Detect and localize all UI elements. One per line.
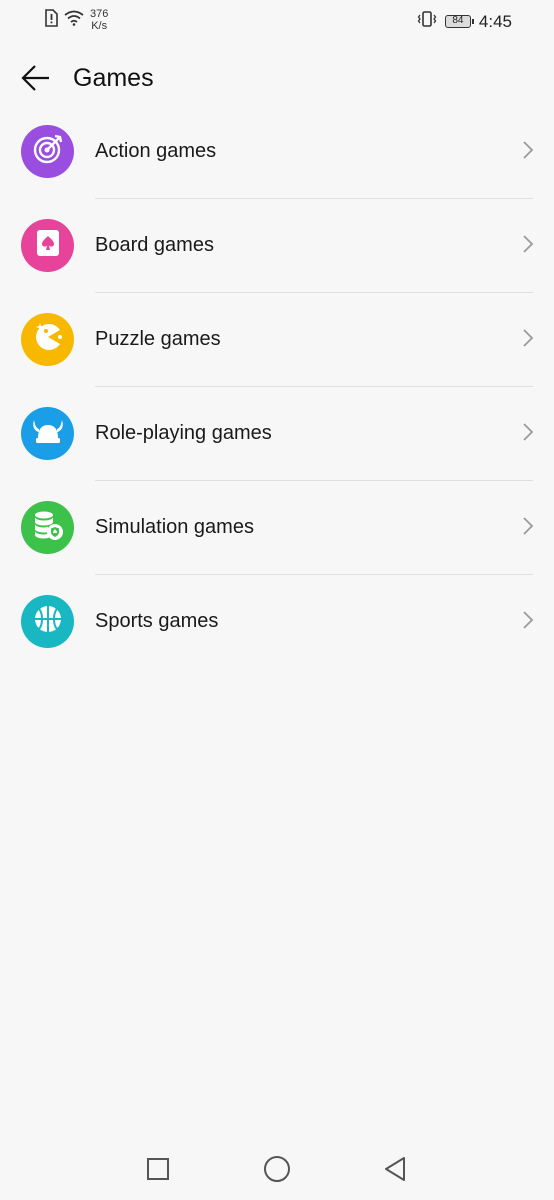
chevron-right-icon [522, 234, 534, 259]
pacman-icon [31, 320, 65, 359]
back-button[interactable] [14, 60, 58, 100]
vibrate-icon [417, 10, 437, 33]
basketball-icon [32, 603, 64, 640]
chevron-right-icon [522, 516, 534, 541]
alert-sim-icon [44, 8, 58, 32]
home-button[interactable] [262, 1155, 292, 1188]
list-item-board-games[interactable]: Board games [0, 199, 554, 293]
chevron-right-icon [522, 140, 534, 165]
viking-helmet-icon [30, 416, 66, 451]
database-shield-icon [31, 508, 65, 547]
list-item-puzzle-games[interactable]: Puzzle games [0, 293, 554, 387]
recent-apps-button[interactable] [143, 1156, 173, 1186]
games-category-list: Action games Board games Puzzle games Ro… [0, 105, 554, 669]
battery-icon: 84 [444, 15, 474, 28]
list-item-action-games[interactable]: Action games [0, 105, 554, 199]
network-speed-unit: K/s [91, 20, 108, 32]
simulation-games-icon-badge [21, 501, 74, 554]
battery-level: 84 [452, 15, 464, 26]
page-title: Games [73, 64, 154, 92]
system-back-button[interactable] [380, 1156, 410, 1186]
list-item-label: Sports games [95, 610, 219, 632]
recent-apps-square-icon [146, 1157, 170, 1186]
list-item-label: Role-playing games [95, 422, 272, 444]
list-item-label: Simulation games [95, 516, 254, 538]
action-games-icon-badge [21, 125, 74, 178]
list-item-label: Action games [95, 140, 217, 162]
card-spade-icon [35, 228, 61, 263]
list-item-label: Board games [95, 234, 214, 256]
list-item-role-playing-games[interactable]: Role-playing games [0, 387, 554, 481]
list-item-label: Puzzle games [95, 328, 221, 350]
home-circle-icon [263, 1155, 291, 1188]
status-bar: 376 K/s 84 4:45 [0, 0, 554, 42]
chevron-right-icon [522, 422, 534, 447]
app-header: Games [0, 52, 554, 108]
wifi-icon [64, 10, 84, 31]
system-nav-bar [0, 1140, 554, 1200]
status-left: 376 K/s [44, 8, 108, 32]
chevron-right-icon [522, 610, 534, 635]
status-right: 84 4:45 [417, 10, 512, 33]
network-speed: 376 K/s [90, 8, 108, 32]
board-games-icon-badge [21, 219, 74, 272]
chevron-right-icon [522, 328, 534, 353]
network-speed-value: 376 [90, 8, 109, 20]
role-playing-games-icon-badge [21, 407, 74, 460]
target-icon [31, 132, 65, 171]
list-item-sports-games[interactable]: Sports games [0, 575, 554, 669]
arrow-left-icon [21, 64, 51, 97]
clock: 4:45 [478, 11, 512, 31]
back-triangle-icon [382, 1155, 408, 1188]
puzzle-games-icon-badge [21, 313, 74, 366]
list-item-simulation-games[interactable]: Simulation games [0, 481, 554, 575]
sports-games-icon-badge [21, 595, 74, 648]
